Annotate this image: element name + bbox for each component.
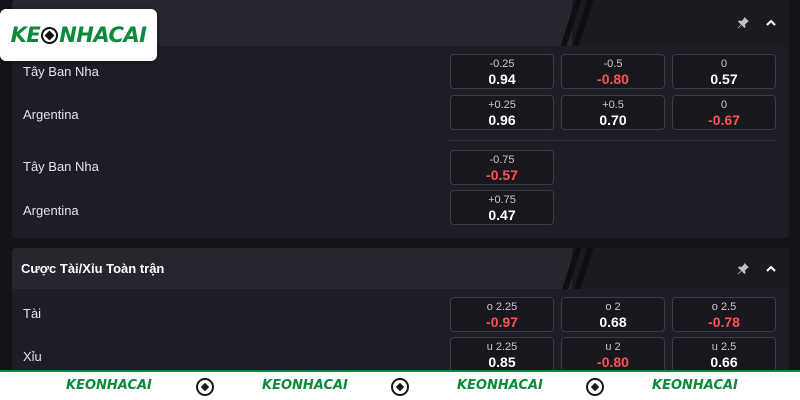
odds-button[interactable]: 0 -0.67 bbox=[672, 95, 776, 130]
chevron-up-icon[interactable] bbox=[763, 261, 779, 277]
odds-button[interactable]: +0.75 0.47 bbox=[450, 190, 554, 225]
team-label-argentina: Argentina bbox=[23, 107, 79, 122]
odds-price: 0.70 bbox=[599, 112, 627, 128]
pin-icon[interactable] bbox=[735, 261, 751, 277]
site-logo[interactable]: KE NHACAI bbox=[0, 9, 157, 61]
odds-price: -0.57 bbox=[486, 167, 518, 183]
footer-logo: KEONHACAI bbox=[262, 378, 348, 393]
logo-text: KE NHACAI bbox=[10, 23, 147, 47]
soccer-ball-icon bbox=[391, 378, 409, 396]
pin-icon[interactable] bbox=[735, 15, 751, 31]
odds-price: 0.96 bbox=[488, 112, 516, 128]
handicap-line: -0.75 bbox=[489, 154, 515, 166]
odds-price: 0.68 bbox=[599, 314, 627, 330]
total-line: u 2 bbox=[605, 341, 621, 353]
odds-button[interactable]: u 2.25 0.85 bbox=[450, 337, 554, 372]
total-line: o 2 bbox=[605, 301, 621, 313]
divider bbox=[448, 140, 777, 141]
over-label: Tài bbox=[23, 306, 42, 321]
footer-logo: KEONHACAI bbox=[457, 378, 543, 393]
soccer-ball-icon bbox=[196, 378, 214, 396]
total-line: o 2.25 bbox=[486, 301, 518, 313]
total-line: u 2.5 bbox=[711, 341, 737, 353]
panel-header[interactable]: Cược Tài/Xỉu Toàn trận bbox=[12, 248, 789, 289]
odds-price: 0.47 bbox=[488, 207, 516, 223]
total-line: o 2.5 bbox=[711, 301, 737, 313]
team-label-spain: Tây Ban Nha bbox=[23, 64, 99, 79]
soccer-ball-icon bbox=[586, 378, 604, 396]
odds-button[interactable]: -0.5 -0.80 bbox=[561, 54, 665, 89]
panel-title: Cược Tài/Xỉu Toàn trận bbox=[21, 261, 165, 276]
odds-price: 0.94 bbox=[488, 71, 516, 87]
handicap-line: +0.25 bbox=[488, 99, 516, 111]
odds-button[interactable]: o 2.25 -0.97 bbox=[450, 297, 554, 332]
odds-button[interactable]: u 2.5 0.66 bbox=[672, 337, 776, 372]
odds-price: -0.80 bbox=[597, 354, 629, 370]
footer-logo: KEONHACAI bbox=[652, 378, 738, 393]
odds-button[interactable]: -0.75 -0.57 bbox=[450, 150, 554, 185]
odds-price: 0.85 bbox=[488, 354, 516, 370]
odds-price: -0.80 bbox=[597, 71, 629, 87]
over-under-market-panel: Cược Tài/Xỉu Toàn trận Tài Xỉu o 2.25 -0… bbox=[12, 248, 789, 378]
handicap-line: +0.5 bbox=[602, 99, 624, 111]
under-label: Xỉu bbox=[23, 349, 42, 364]
odds-button[interactable]: +0.5 0.70 bbox=[561, 95, 665, 130]
footer-logo: KEONHACAI bbox=[66, 378, 152, 393]
odds-button[interactable]: 0 0.57 bbox=[672, 54, 776, 89]
odds-button[interactable]: o 2.5 -0.78 bbox=[672, 297, 776, 332]
odds-button[interactable]: -0.25 0.94 bbox=[450, 54, 554, 89]
handicap-line: 0 bbox=[720, 58, 728, 70]
footer-banner: KEONHACAI KEONHACAI KEONHACAI KEONHACAI bbox=[0, 370, 800, 400]
odds-price: -0.97 bbox=[486, 314, 518, 330]
handicap-line: +0.75 bbox=[488, 194, 516, 206]
soccer-ball-icon bbox=[41, 27, 59, 44]
odds-button[interactable]: u 2 -0.80 bbox=[561, 337, 665, 372]
handicap-line: -0.25 bbox=[489, 58, 515, 70]
team-label-spain: Tây Ban Nha bbox=[23, 159, 99, 174]
odds-price: -0.78 bbox=[708, 314, 740, 330]
odds-button[interactable]: o 2 0.68 bbox=[561, 297, 665, 332]
handicap-line: -0.5 bbox=[603, 58, 623, 70]
chevron-up-icon[interactable] bbox=[763, 15, 779, 31]
total-line: u 2.25 bbox=[486, 341, 518, 353]
odds-price: 0.66 bbox=[710, 354, 738, 370]
handicap-line: 0 bbox=[720, 99, 728, 111]
odds-button[interactable]: +0.25 0.96 bbox=[450, 95, 554, 130]
team-label-argentina: Argentina bbox=[23, 203, 79, 218]
odds-price: -0.67 bbox=[708, 112, 740, 128]
odds-price: 0.57 bbox=[710, 71, 738, 87]
